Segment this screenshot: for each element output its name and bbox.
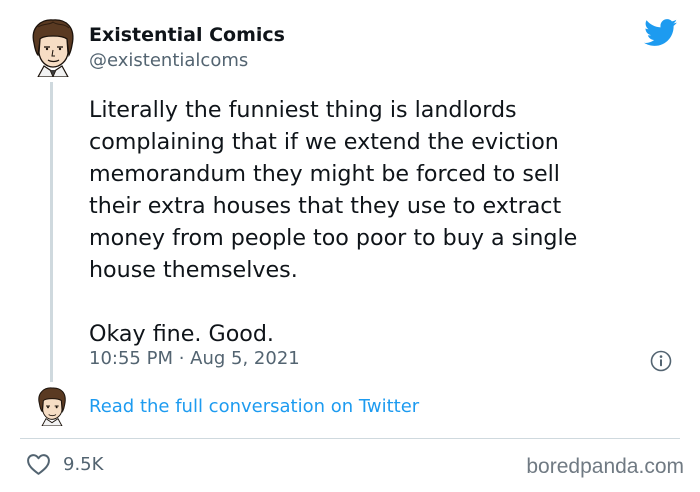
author-handle[interactable]: @existentialcoms [89, 50, 248, 71]
heart-icon[interactable] [26, 453, 51, 476]
tweet-paragraph-2: Okay fine. Good. [89, 321, 274, 347]
source-watermark: boredpanda.com [526, 455, 684, 478]
tweet-body: Literally the funniest thing is landlord… [89, 94, 689, 350]
author-avatar-small[interactable] [34, 386, 70, 426]
author-avatar[interactable] [26, 17, 80, 77]
tweet-paragraph-1: Literally the funniest thing is landlord… [89, 97, 578, 283]
read-conversation-link[interactable]: Read the full conversation on Twitter [89, 396, 419, 417]
info-icon[interactable] [650, 350, 672, 372]
twitter-bird-icon[interactable] [644, 19, 678, 47]
footer-divider [20, 438, 680, 439]
thread-connector-line [50, 82, 53, 382]
like-count[interactable]: 9.5K [63, 454, 103, 475]
tweet-timestamp[interactable]: 10:55 PM · Aug 5, 2021 [89, 348, 300, 369]
author-display-name[interactable]: Existential Comics [89, 24, 285, 46]
